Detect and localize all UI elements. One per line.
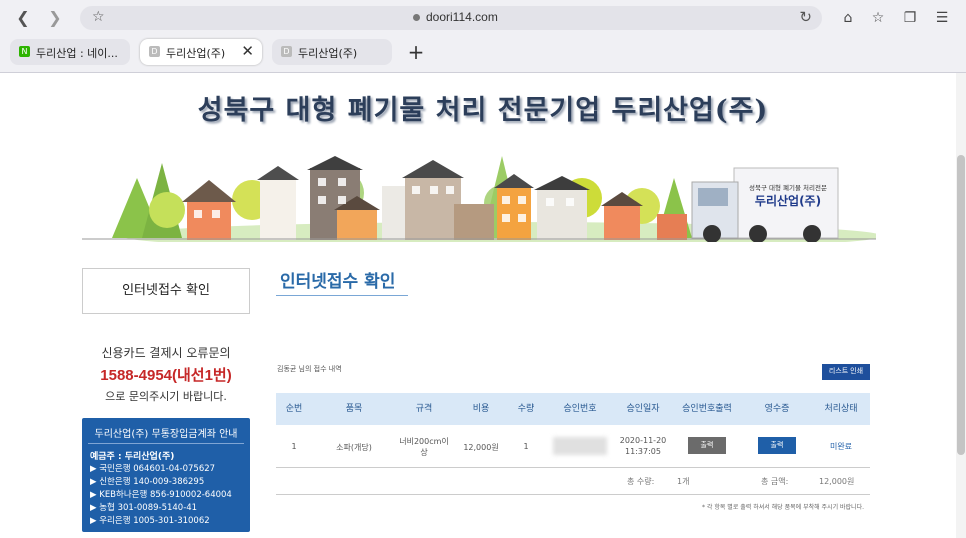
col-header: 처리상태 <box>824 404 858 414</box>
scrollbar-thumb[interactable] <box>957 155 965 455</box>
cell-no: 1 <box>291 442 297 451</box>
bank-account: ▶ KEB하나은행 856-910002-64004 <box>90 490 232 500</box>
approval-number-redacted <box>553 437 607 455</box>
card-error-ask: 으로 문의주시기 바랍니다. <box>105 390 227 403</box>
bookmark-icon[interactable]: ☆ <box>868 7 888 29</box>
col-header: 규격 <box>415 404 433 414</box>
lock-icon <box>413 14 420 21</box>
col-header: 수량 <box>517 404 535 414</box>
tab-active[interactable]: D 두리산업(주) ✕ <box>140 39 262 65</box>
status-badge: 미완료 <box>829 442 853 451</box>
total-qty: 1개 <box>677 477 690 486</box>
divider <box>276 494 870 495</box>
total-amount-label: 총 금액: <box>761 477 789 486</box>
card-error-question: 신용카드 결제시 오류문의 <box>101 346 231 360</box>
browser-chrome: ❮ ❯ ☆ doori114.com ↻ ⌂ ☆ ❐ ☰ N 두리산업 : 네이… <box>0 0 966 73</box>
site-banner-title: 성북구 대형 폐기물 처리 전문기업 두리산업(주) <box>197 95 769 126</box>
bank-account: ▶ 신한은행 140-009-386295 <box>90 477 205 487</box>
extensions-icon[interactable]: ❐ <box>900 7 920 29</box>
col-header: 비용 <box>472 404 490 414</box>
close-icon[interactable]: ✕ <box>241 42 254 60</box>
town-illustration: 성북구 대형 폐기물 처리전문 두리산업(주) <box>82 156 876 242</box>
back-icon[interactable]: ❮ <box>12 7 34 29</box>
plus-icon[interactable]: + <box>402 39 430 65</box>
tab-label: 두리산업(주) <box>298 47 358 60</box>
naver-icon: N <box>19 46 30 57</box>
cell-spec: 너비200cm이 <box>399 437 449 446</box>
page-icon: D <box>149 46 160 57</box>
total-amount: 12,000원 <box>819 477 855 486</box>
truck-icon: 성북구 대형 폐기물 처리전문 두리산업(주) <box>691 167 839 242</box>
col-header: 승인번호출력 <box>682 404 732 414</box>
bank-title: 두리산업(주) 무통장입금계좌 안내 <box>94 429 238 440</box>
total-qty-label: 총 수량: <box>627 477 655 486</box>
reload-icon[interactable]: ↻ <box>799 8 812 26</box>
cell-spec: 상 <box>420 448 428 457</box>
bank-account: ▶ 농협 301-0089-5140-41 <box>90 503 198 513</box>
cell-date: 2020-11-20 <box>619 436 667 445</box>
receipt-owner-note: 김동균 님의 접수 내역 <box>277 365 342 373</box>
tab-naver[interactable]: N 두리산업 : 네이... <box>10 39 130 65</box>
tab-third[interactable]: D 두리산업(주) <box>272 39 392 65</box>
divider <box>276 467 870 468</box>
cell-time: 11:37:05 <box>625 447 661 456</box>
bank-account-panel: 두리산업(주) 무통장입금계좌 안내 예금주 : 두리산업(주) ▶ 국민은행 … <box>82 418 250 532</box>
col-header: 승인일자 <box>626 404 660 414</box>
cell-item: 소파(개당) <box>336 443 372 452</box>
page-title: 인터넷접수 확인 <box>280 272 396 292</box>
sidebar-item-internet-receipt[interactable]: 인터넷접수 확인 <box>82 268 250 314</box>
truck-small-text: 성북구 대형 폐기물 처리전문 <box>749 183 827 192</box>
card-error-phone: 1588-4954(내선1번) <box>100 367 232 384</box>
receipt-print-button[interactable]: 출력 <box>758 437 796 454</box>
star-icon[interactable]: ☆ <box>92 9 105 25</box>
bank-account: ▶ 우리은행 1005-301-310062 <box>90 516 210 526</box>
page-icon: D <box>281 46 292 57</box>
print-list-button[interactable]: 리스트 인쇄 <box>822 364 870 380</box>
forward-icon[interactable]: ❯ <box>44 7 66 29</box>
tab-label: 두리산업(주) <box>166 47 226 60</box>
cell-cost: 12,000원 <box>463 443 499 452</box>
col-header: 영수증 <box>764 404 790 414</box>
divider <box>276 295 408 296</box>
truck-big-text: 두리산업(주) <box>755 193 821 208</box>
tab-label: 두리산업 : 네이... <box>36 47 118 60</box>
table-header: 순번 품목 규격 비용 수량 승인번호 승인일자 승인번호출력 영수증 처리상태 <box>276 393 870 425</box>
bank-account: ▶ 국민은행 064601-04-075627 <box>90 464 216 474</box>
cell-qty: 1 <box>523 442 529 451</box>
menu-icon[interactable]: ☰ <box>932 7 952 29</box>
address-bar[interactable]: ☆ doori114.com ↻ <box>80 6 822 30</box>
col-header: 순번 <box>285 404 303 414</box>
home-icon[interactable]: ⌂ <box>838 7 858 29</box>
approval-print-button[interactable]: 출력 <box>688 437 726 454</box>
url-text[interactable]: doori114.com <box>426 10 498 24</box>
footnote: * 각 항목 별로 출력 하셔서 해당 품목에 부착해 주시기 바랍니다. <box>702 504 864 511</box>
col-header: 승인번호 <box>563 404 597 414</box>
col-header: 품목 <box>345 404 363 414</box>
divider <box>88 443 244 444</box>
bank-holder: 예금주 : 두리산업(주) <box>90 452 175 462</box>
